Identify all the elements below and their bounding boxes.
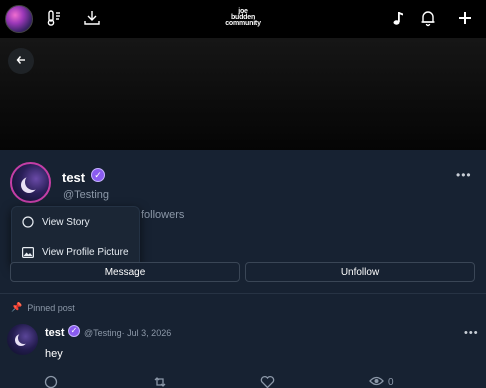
post-author-handle[interactable]: @Testing (84, 328, 122, 338)
post-author-avatar[interactable] (7, 324, 38, 355)
post-text: hey (45, 348, 63, 360)
pin-icon: 📌 (11, 302, 23, 312)
circle-icon (22, 216, 34, 228)
profile-name: test (62, 170, 86, 185)
repost-button[interactable] (153, 375, 167, 388)
back-button[interactable] (8, 48, 34, 74)
post-meta-separator: · (121, 328, 125, 338)
divider (0, 293, 486, 294)
brand-logo[interactable]: joe budden community (219, 8, 267, 27)
post-meta: @Testing· Jul 3, 2026 (84, 328, 171, 338)
post-date[interactable]: Jul 3, 2026 (127, 328, 171, 338)
avatar-dropdown-menu: View Story View Profile Picture (11, 206, 140, 267)
comment-button[interactable] (44, 375, 58, 388)
heart-icon (260, 375, 275, 388)
views-count-value: 0 (388, 377, 394, 388)
download-icon[interactable] (82, 8, 102, 28)
bell-icon[interactable] (418, 8, 438, 28)
comment-icon (44, 375, 58, 388)
profile-banner (0, 38, 486, 150)
more-options-icon[interactable]: ••• (456, 168, 472, 182)
music-note-icon[interactable] (389, 9, 407, 27)
plus-icon[interactable] (455, 8, 475, 28)
unfollow-button[interactable]: Unfollow (245, 262, 475, 282)
eye-icon (369, 375, 384, 388)
pinned-post-label: 📌 Pinned post (11, 302, 75, 313)
profile-handle: @Testing (63, 189, 110, 201)
brand-line-3: community (225, 20, 261, 27)
followers-count[interactable]: followers (141, 209, 184, 221)
menu-item-label: View Profile Picture (42, 246, 129, 258)
menu-item-view-story[interactable]: View Story (22, 216, 90, 228)
arrow-left-icon (16, 54, 26, 68)
repost-icon (153, 375, 167, 388)
menu-item-label: View Story (42, 216, 90, 228)
pinned-label-text: Pinned post (27, 302, 75, 313)
menu-item-view-profile-picture[interactable]: View Profile Picture (22, 246, 129, 258)
like-button[interactable] (260, 375, 275, 388)
temperature-icon[interactable] (44, 8, 64, 28)
image-icon (22, 246, 34, 258)
post-author-name[interactable]: test (45, 327, 65, 339)
verified-badge-icon: ✓ (91, 168, 105, 182)
views-count[interactable]: 0 (369, 375, 394, 388)
post-more-options-icon[interactable]: ••• (464, 327, 479, 339)
profile-avatar[interactable] (10, 162, 51, 203)
message-button[interactable]: Message (10, 262, 240, 282)
verified-badge-icon: ✓ (68, 325, 80, 337)
user-avatar[interactable] (5, 5, 33, 33)
